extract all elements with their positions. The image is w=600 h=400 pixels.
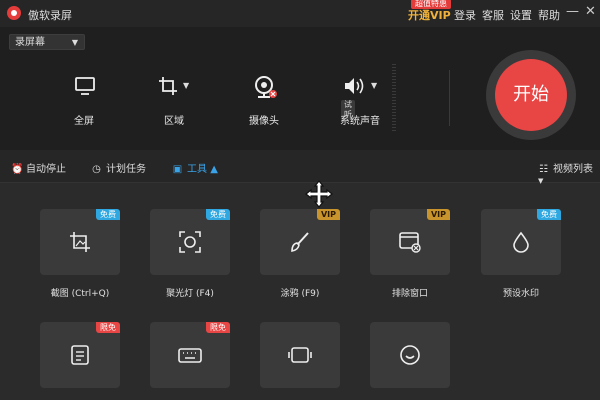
video-list-button[interactable]: ☷ 视频列表 ▼: [538, 160, 600, 186]
settings-link[interactable]: 设置: [510, 7, 532, 23]
free-badge: 免费: [537, 209, 561, 220]
free-badge: 免费: [206, 209, 230, 220]
chevron-down-icon: ▼: [538, 177, 544, 185]
audio-label: 系统声音: [340, 116, 380, 127]
document-icon: [71, 345, 89, 365]
record-mode-select[interactable]: 录屏幕 ▼: [9, 34, 85, 50]
clock-icon: ◷: [92, 164, 101, 175]
screenshot-card[interactable]: 免费: [40, 209, 120, 275]
webcam-icon: [255, 76, 277, 98]
document-card[interactable]: 限免: [40, 322, 120, 388]
screenshot-label: 截图 (Ctrl+Q): [50, 289, 110, 299]
spotlight-icon: [179, 231, 201, 253]
circle-tool-card[interactable]: [370, 322, 450, 388]
chevron-up-icon: ▲: [210, 164, 218, 175]
watermark-card[interactable]: 免费: [481, 209, 561, 275]
tools-label: 工具: [187, 164, 207, 175]
chevron-down-icon: ▼: [183, 81, 190, 90]
alarm-clock-icon: ⏰: [11, 164, 24, 175]
exclude-window-icon: [399, 232, 421, 253]
move-cursor-icon: [305, 180, 333, 208]
app-logo-icon: [7, 6, 21, 20]
support-link[interactable]: 客服: [482, 7, 504, 23]
close-button[interactable]: ✕: [585, 4, 596, 19]
login-link[interactable]: 登录: [454, 7, 476, 23]
fullscreen-label: 全屏: [74, 116, 94, 127]
crop-icon: [159, 77, 177, 95]
keyboard-icon: [178, 348, 202, 363]
doodle-label: 涂鸦 (F9): [280, 289, 320, 299]
limited-free-badge: 限免: [206, 322, 230, 333]
auto-stop-label: 自动停止: [26, 164, 66, 175]
list-icon: ☷: [539, 164, 548, 175]
options-toolbar: ⏰ 自动停止 ◷ 计划任务 ▣ 工具 ▲ ☷ 视频列表 ▼: [0, 150, 600, 186]
chevron-down-icon: ▼: [371, 81, 378, 90]
video-frame-card[interactable]: [260, 322, 340, 388]
title-bar: 傲软录屏 超值特惠 开通VIP 登录 客服 设置 帮助 — ✕: [0, 0, 600, 27]
chevron-down-icon: ▼: [71, 38, 78, 47]
spotlight-label: 聚光灯 (F4): [166, 289, 214, 299]
brush-icon: [291, 232, 309, 252]
spotlight-card[interactable]: 免费: [150, 209, 230, 275]
volume-meter: [392, 64, 396, 132]
monitor-icon: [75, 77, 95, 95]
video-list-label: 视频列表: [553, 164, 593, 175]
vip-badge: VIP: [426, 209, 450, 220]
camera-label: 摄像头: [249, 116, 279, 127]
circle-arc-icon: [400, 345, 420, 365]
toolbox-icon: ▣: [172, 164, 183, 175]
video-frame-icon: [288, 347, 312, 363]
exclude-window-card[interactable]: VIP: [370, 209, 450, 275]
schedule-label: 计划任务: [106, 164, 146, 175]
record-mode-value: 录屏幕: [15, 37, 45, 48]
vip-badge: VIP: [316, 209, 340, 220]
tools-tab[interactable]: ▣ 工具 ▲: [172, 160, 218, 175]
open-vip-link[interactable]: 开通VIP: [408, 7, 451, 23]
exclude-window-label: 排除窗口: [391, 289, 428, 299]
minimize-button[interactable]: —: [566, 4, 579, 19]
schedule-task-button[interactable]: ◷ 计划任务: [91, 160, 146, 175]
doodle-card[interactable]: VIP: [260, 209, 340, 275]
limited-free-badge: 限免: [96, 322, 120, 333]
region-label: 区域: [164, 116, 184, 127]
watermark-label: 预设水印: [502, 289, 539, 299]
app-title: 傲软录屏: [28, 9, 72, 22]
auto-stop-button[interactable]: ⏰ 自动停止: [11, 160, 66, 175]
help-link[interactable]: 帮助: [538, 7, 560, 23]
watermark-drop-icon: [513, 231, 529, 253]
free-badge: 免费: [96, 209, 120, 220]
crop-screenshot-icon: [70, 232, 90, 252]
keyboard-card[interactable]: 限免: [150, 322, 230, 388]
speaker-icon: [345, 78, 364, 94]
divider: [449, 70, 450, 126]
start-record-button[interactable]: 开始: [495, 59, 567, 131]
